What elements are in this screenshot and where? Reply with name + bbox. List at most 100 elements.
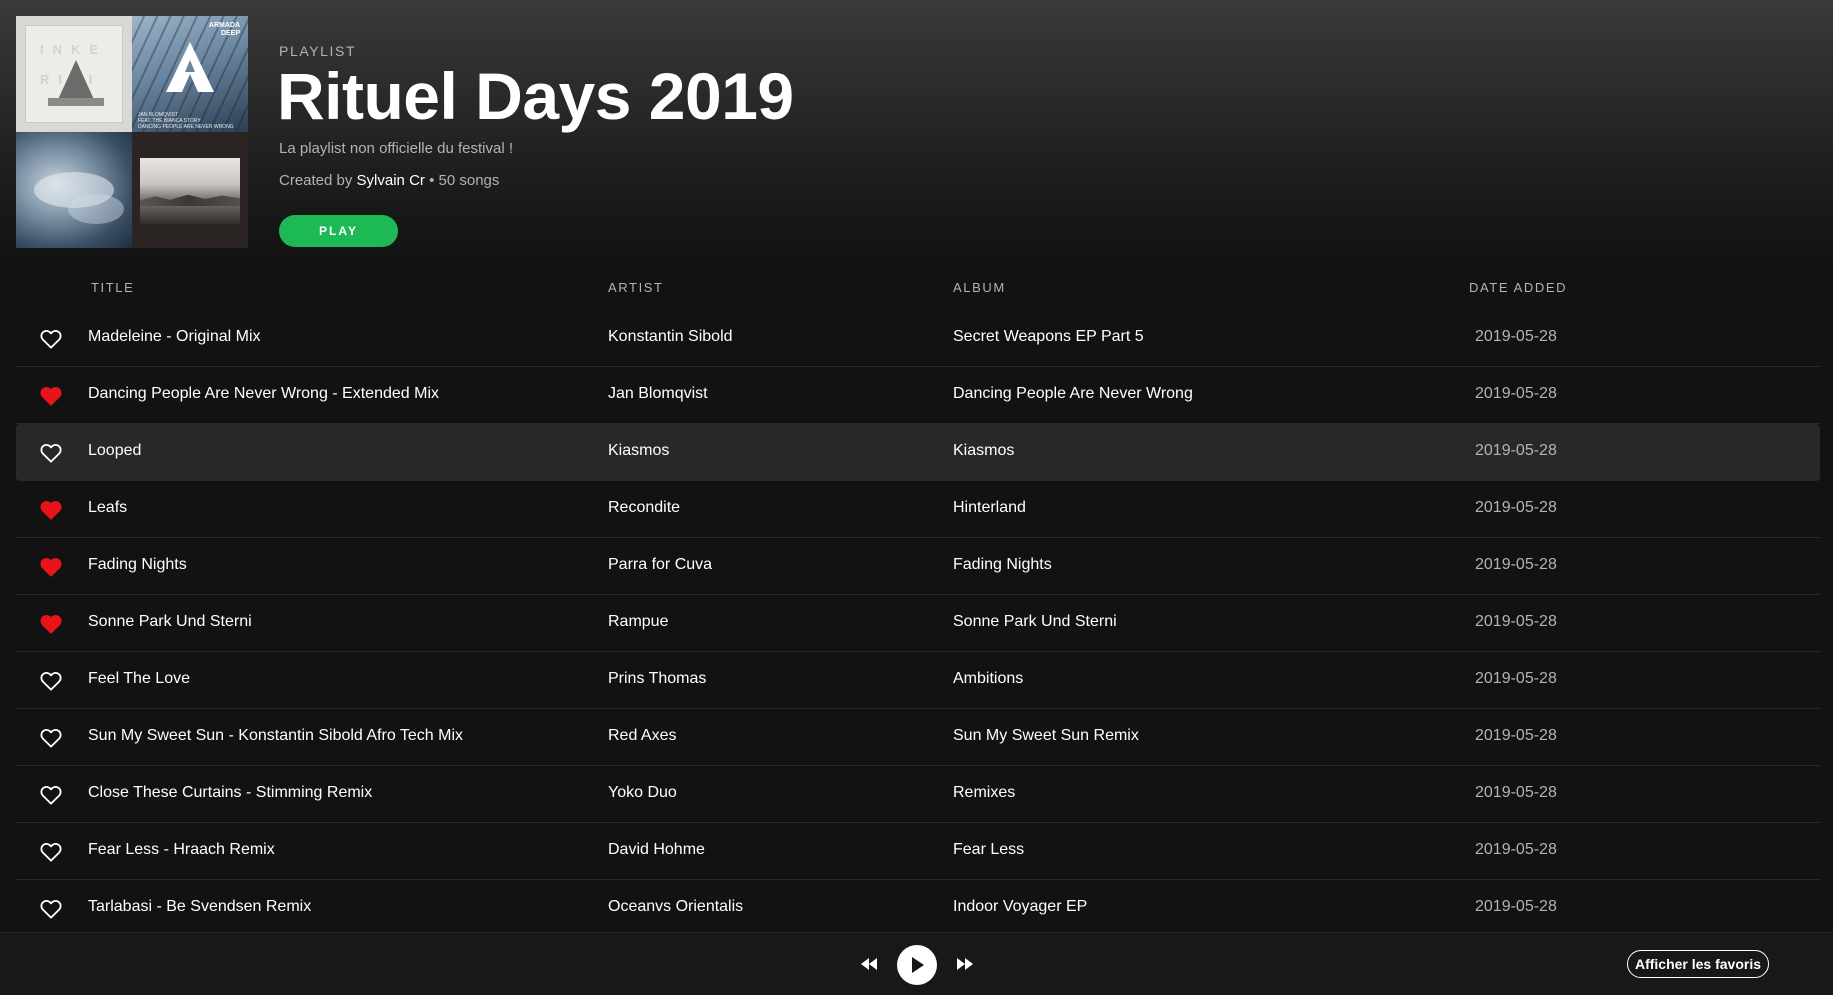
app: INKE RIVI ARMADA DEEP JAN BLOMQVIST FEAT… — [0, 0, 1833, 995]
track-list: TITLE ARTIST ALBUM DATE ADDED Madeleine … — [16, 265, 1820, 937]
track-artist[interactable]: David Hohme — [608, 841, 705, 859]
track-album[interactable]: Secret Weapons EP Part 5 — [953, 328, 1144, 346]
track-row[interactable]: Sonne Park Und Sterni Rampue Sonne Park Un… — [16, 595, 1820, 652]
track-title[interactable]: Looped — [88, 442, 141, 460]
track-row[interactable]: Leafs Recondite Hinterland 2019-05-28 — [16, 481, 1820, 538]
playlist-type-label: PLAYLIST — [279, 43, 357, 59]
track-artist[interactable]: Yoko Duo — [608, 784, 677, 802]
track-title[interactable]: Fear Less - Hraach Remix — [88, 841, 275, 859]
track-date-added: 2019-05-28 — [1475, 499, 1557, 516]
cover-art-1: INKE RIVI — [16, 16, 132, 132]
column-header-album[interactable]: ALBUM — [953, 280, 1006, 295]
track-album[interactable]: Sun My Sweet Sun Remix — [953, 727, 1139, 745]
track-title[interactable]: Madeleine - Original Mix — [88, 328, 261, 346]
created-by-label: Created by — [279, 172, 353, 189]
play-icon — [912, 957, 924, 973]
column-header-title[interactable]: TITLE — [91, 280, 134, 295]
track-artist[interactable]: Kiasmos — [608, 442, 669, 460]
playlist-cover-mosaic: INKE RIVI ARMADA DEEP JAN BLOMQVIST FEAT… — [16, 16, 248, 248]
skip-forward-button[interactable] — [956, 956, 974, 972]
playlist-header: INKE RIVI ARMADA DEEP JAN BLOMQVIST FEAT… — [0, 0, 1833, 265]
cover-art-2: ARMADA DEEP JAN BLOMQVIST FEAT. THE BIAN… — [132, 16, 248, 132]
cover-caption: JAN BLOMQVIST FEAT. THE BIANCA STORY DAN… — [138, 112, 234, 130]
track-title[interactable]: Sun My Sweet Sun - Konstantin Sibold Afr… — [88, 727, 463, 745]
playlist-title: Rituel Days 2019 — [277, 59, 794, 133]
skip-back-icon — [861, 958, 877, 970]
track-artist[interactable]: Rampue — [608, 613, 668, 631]
track-album[interactable]: Remixes — [953, 784, 1015, 802]
track-date-added: 2019-05-28 — [1475, 556, 1557, 573]
track-row[interactable]: Madeleine - Original Mix Konstantin Sibol… — [16, 310, 1820, 367]
heart-outline-icon[interactable] — [40, 671, 62, 691]
track-date-added: 2019-05-28 — [1475, 784, 1557, 801]
column-header-date-added[interactable]: DATE ADDED — [1469, 280, 1567, 295]
track-album[interactable]: Sonne Park Und Sterni — [953, 613, 1117, 631]
playlist-description: La playlist non officielle du festival ! — [279, 140, 514, 157]
track-artist[interactable]: Prins Thomas — [608, 670, 706, 688]
track-artist[interactable]: Konstantin Sibold — [608, 328, 733, 346]
heart-outline-icon[interactable] — [40, 728, 62, 748]
play-button[interactable]: PLAY — [279, 215, 398, 247]
playlist-meta: Created by Sylvain Cr • 50 songs — [279, 172, 499, 189]
track-row[interactable]: Feel The Love Prins Thomas Ambitions 2019-0… — [16, 652, 1820, 709]
track-row[interactable]: Fear Less - Hraach Remix David Hohme Fear … — [16, 823, 1820, 880]
heart-outline-icon[interactable] — [40, 785, 62, 805]
track-title[interactable]: Dancing People Are Never Wrong - Extende… — [88, 385, 439, 403]
track-album[interactable]: Dancing People Are Never Wrong — [953, 385, 1193, 403]
track-title[interactable]: Feel The Love — [88, 670, 190, 688]
skip-back-button[interactable] — [860, 956, 878, 972]
track-album[interactable]: Ambitions — [953, 670, 1023, 688]
track-title[interactable]: Leafs — [88, 499, 127, 517]
skip-forward-icon — [957, 958, 973, 970]
heart-filled-icon[interactable] — [40, 614, 62, 634]
track-artist[interactable]: Oceanvs Orientalis — [608, 898, 743, 916]
play-pause-button[interactable] — [897, 945, 937, 985]
track-title[interactable]: Tarlabasi - Be Svendsen Remix — [88, 898, 311, 916]
track-row[interactable]: Close These Curtains - Stimming Remix Yok… — [16, 766, 1820, 823]
show-favorites-button[interactable]: Afficher les favoris — [1627, 950, 1769, 978]
armada-logo-text: ARMADA DEEP — [208, 22, 240, 37]
track-artist[interactable]: Jan Blomqvist — [608, 385, 708, 403]
meta-separator: • — [429, 172, 435, 189]
track-album[interactable]: Hinterland — [953, 499, 1026, 517]
track-date-added: 2019-05-28 — [1475, 613, 1557, 630]
track-list-header: TITLE ARTIST ALBUM DATE ADDED — [16, 265, 1820, 310]
track-row[interactable]: Fading Nights Parra for Cuva Fading Nights… — [16, 538, 1820, 595]
heart-filled-icon[interactable] — [40, 557, 62, 577]
track-date-added: 2019-05-28 — [1475, 841, 1557, 858]
track-title[interactable]: Fading Nights — [88, 556, 187, 574]
track-date-added: 2019-05-28 — [1475, 670, 1557, 687]
track-title[interactable]: Sonne Park Und Sterni — [88, 613, 252, 631]
playlist-owner-link[interactable]: Sylvain Cr — [357, 172, 425, 189]
track-date-added: 2019-05-28 — [1475, 898, 1557, 915]
track-album[interactable]: Kiasmos — [953, 442, 1014, 460]
cover-art-3 — [16, 132, 132, 248]
track-rows: Madeleine - Original Mix Konstantin Sibol… — [16, 310, 1820, 937]
track-row[interactable]: Tarlabasi - Be Svendsen Remix Oceanvs Ori… — [16, 880, 1820, 937]
column-header-artist[interactable]: ARTIST — [608, 280, 664, 295]
song-count: 50 songs — [438, 172, 500, 189]
heart-outline-icon[interactable] — [40, 899, 62, 919]
heart-filled-icon[interactable] — [40, 500, 62, 520]
track-row[interactable]: Dancing People Are Never Wrong - Extende… — [16, 367, 1820, 424]
track-album[interactable]: Fading Nights — [953, 556, 1052, 574]
player-bar: Afficher les favoris — [0, 932, 1833, 995]
track-row[interactable]: Looped Kiasmos Kiasmos 2019-05-28 — [16, 424, 1820, 481]
armada-logo-icon — [166, 42, 214, 92]
heart-outline-icon[interactable] — [40, 329, 62, 349]
track-date-added: 2019-05-28 — [1475, 328, 1557, 345]
cover-art-4 — [132, 132, 248, 248]
track-artist[interactable]: Parra for Cuva — [608, 556, 712, 574]
track-title[interactable]: Close These Curtains - Stimming Remix — [88, 784, 372, 802]
track-album[interactable]: Fear Less — [953, 841, 1024, 859]
track-artist[interactable]: Recondite — [608, 499, 680, 517]
heart-outline-icon[interactable] — [40, 443, 62, 463]
track-date-added: 2019-05-28 — [1475, 727, 1557, 744]
track-album[interactable]: Indoor Voyager EP — [953, 898, 1087, 916]
track-row[interactable]: Sun My Sweet Sun - Konstantin Sibold Afr… — [16, 709, 1820, 766]
track-date-added: 2019-05-28 — [1475, 385, 1557, 402]
track-artist[interactable]: Red Axes — [608, 727, 676, 745]
track-date-added: 2019-05-28 — [1475, 442, 1557, 459]
heart-outline-icon[interactable] — [40, 842, 62, 862]
heart-filled-icon[interactable] — [40, 386, 62, 406]
